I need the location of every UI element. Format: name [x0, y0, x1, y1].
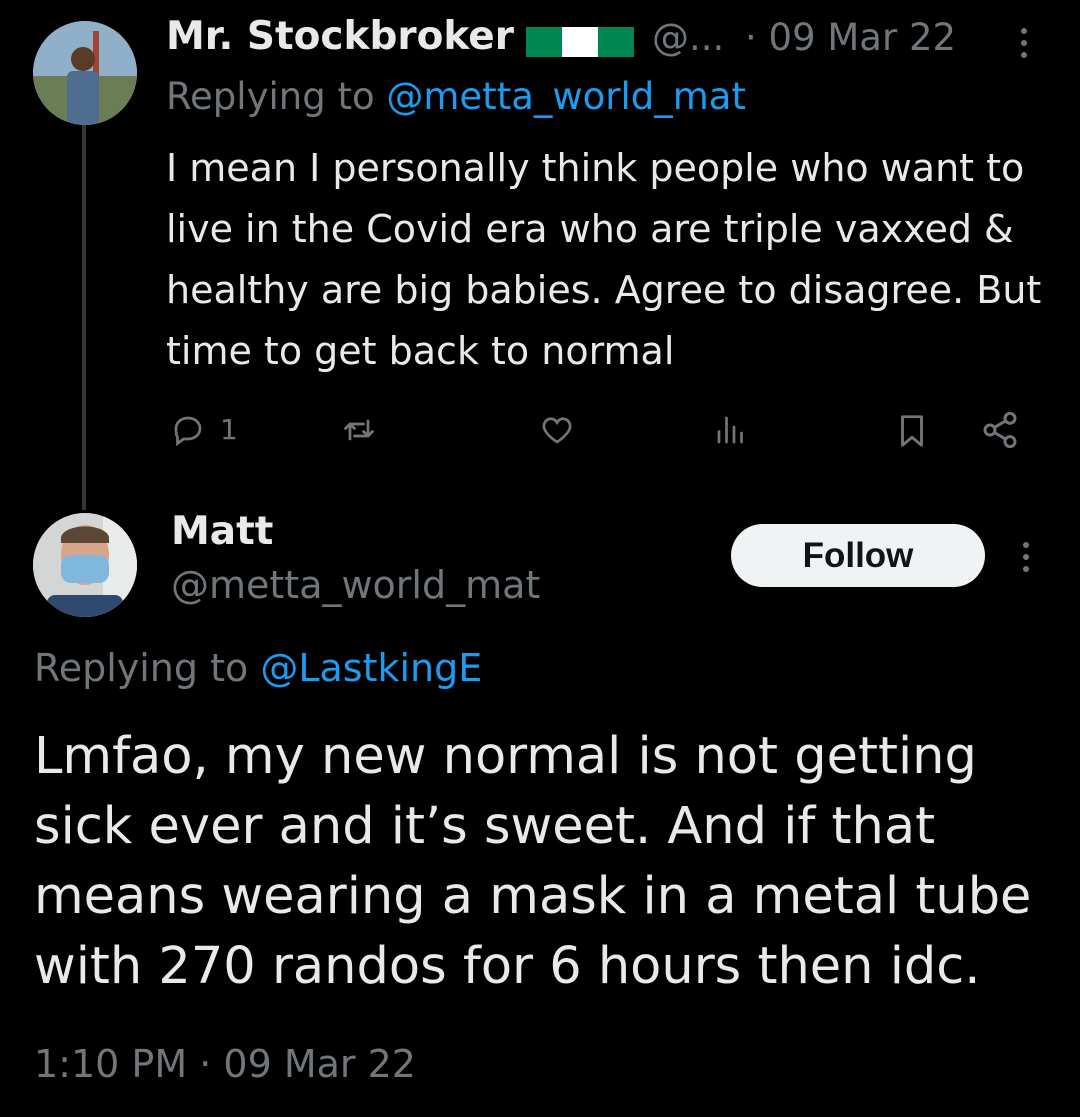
reply-count: 1: [220, 413, 238, 446]
share-icon[interactable]: [980, 410, 1020, 450]
replying-to: Replying to @metta_world_mat: [166, 75, 746, 118]
nigeria-flag-icon: [526, 27, 634, 57]
tweet-text: Lmfao, my new normal is not getting sick…: [34, 727, 1032, 996]
replying-to-mention[interactable]: @LastkingE: [260, 646, 482, 690]
author-name[interactable]: Matt: [171, 509, 273, 554]
avatar-mr-stockbroker[interactable]: [33, 21, 137, 125]
like-icon[interactable]: [538, 412, 576, 448]
replying-prefix: Replying to: [166, 75, 375, 118]
date-separator: ·: [199, 1042, 212, 1086]
tweet-time: 1:10 PM: [34, 1042, 188, 1086]
replying-to-mention[interactable]: @metta_world_mat: [386, 75, 746, 118]
date-text: 09 Mar 22: [768, 16, 957, 59]
replying-to: Replying to @LastkingE: [34, 646, 482, 690]
avatar-matt[interactable]: [33, 513, 137, 617]
author-handle[interactable]: @metta_world_mat: [171, 563, 540, 607]
more-icon[interactable]: [1016, 538, 1036, 578]
author-name[interactable]: Mr. Stockbroker: [166, 14, 514, 59]
bookmark-icon[interactable]: [893, 412, 931, 450]
thread-line: [82, 125, 86, 510]
date-separator: ·: [745, 16, 757, 59]
tweet-timestamp[interactable]: 1:10 PM · 09 Mar 22: [34, 1042, 416, 1086]
tweet-date[interactable]: · 09 Mar 22: [745, 16, 956, 59]
views-icon[interactable]: [712, 412, 750, 448]
tweet-date: 09 Mar 22: [223, 1042, 416, 1086]
replying-prefix: Replying to: [34, 646, 249, 690]
reply-icon[interactable]: [170, 412, 206, 448]
more-icon[interactable]: [1014, 24, 1034, 64]
author-handle[interactable]: @...: [652, 16, 724, 59]
follow-button[interactable]: Follow: [731, 524, 985, 587]
tweet-text: I mean I personally think people who wan…: [166, 146, 1042, 373]
retweet-icon[interactable]: [340, 412, 378, 448]
